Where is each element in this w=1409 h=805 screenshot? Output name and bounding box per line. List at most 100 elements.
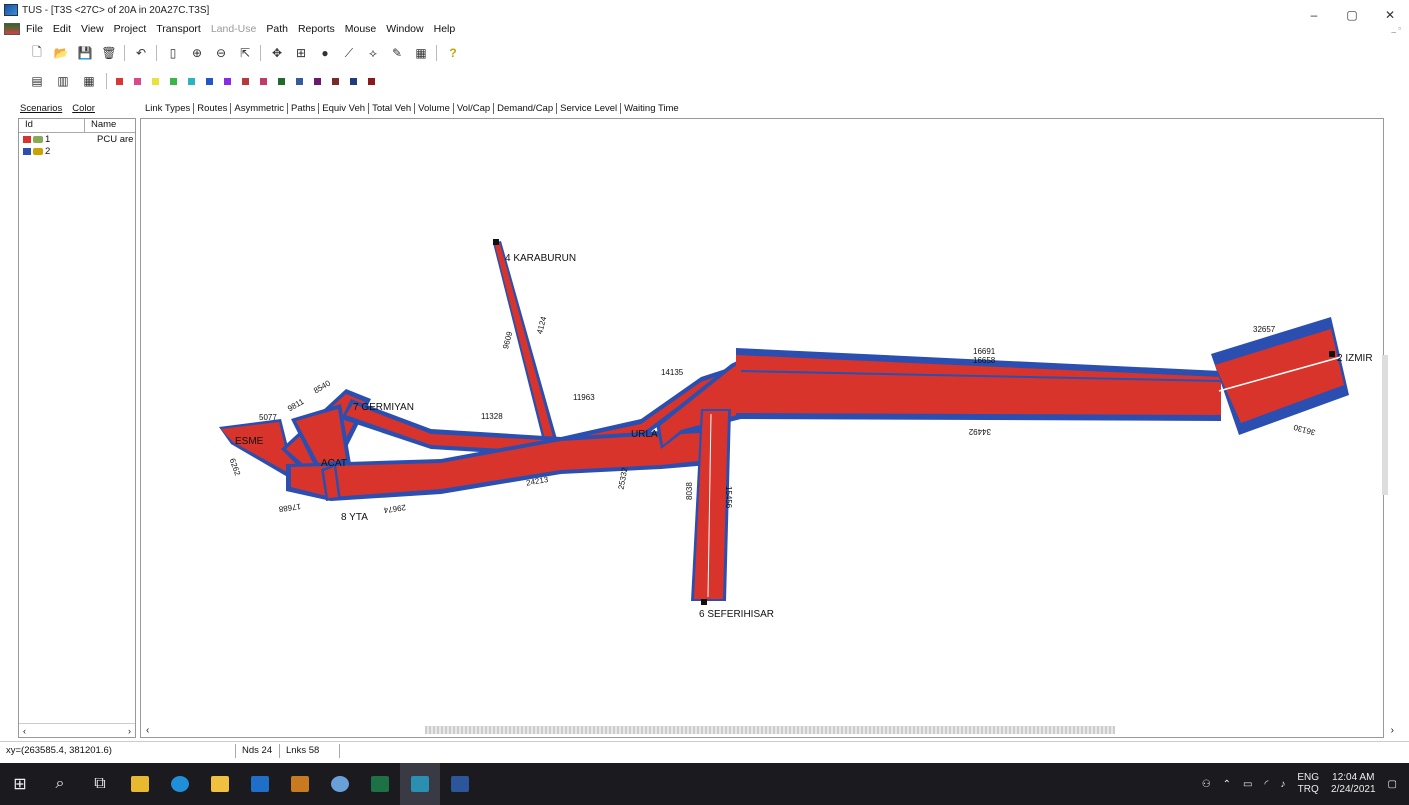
menu-window[interactable]: Window [386, 23, 423, 35]
add-node-icon[interactable]: ⊞ [292, 44, 310, 62]
battery-icon[interactable]: ▭ [1243, 779, 1252, 790]
edit-icon[interactable]: ✎ [388, 44, 406, 62]
color-swatch[interactable] [152, 77, 159, 85]
scroll-thumb[interactable] [425, 726, 1115, 734]
node-marker[interactable] [493, 239, 499, 245]
bar-chart-icon[interactable]: ▥ [54, 72, 72, 90]
open-folder-icon[interactable]: 📂 [52, 44, 70, 62]
new-file-icon[interactable]: 🗋 [28, 44, 46, 62]
tab-total-veh[interactable]: Total Veh [369, 103, 416, 114]
tab-asymmetric[interactable]: Asymmetric [231, 103, 288, 114]
color-swatch[interactable] [134, 77, 141, 85]
tab-waiting-time[interactable]: Waiting Time [621, 103, 682, 114]
route-icon[interactable]: ⟡ [364, 44, 382, 62]
color-swatch[interactable] [170, 77, 177, 85]
menu-view[interactable]: View [81, 23, 104, 35]
color-swatch[interactable] [242, 77, 249, 85]
help-icon[interactable]: ? [444, 44, 462, 62]
link-icon[interactable]: ⟋ [340, 44, 358, 62]
tab-service-level[interactable]: Service Level [557, 103, 622, 114]
app-icon[interactable] [280, 763, 320, 805]
language-indicator[interactable]: ENG TRQ [1297, 772, 1319, 796]
search-icon[interactable]: ⌕ [40, 763, 80, 805]
node-marker[interactable] [701, 599, 707, 605]
wifi-icon[interactable]: ◜ [1265, 779, 1269, 790]
delete-icon[interactable]: 🗑 [100, 44, 118, 62]
tab-volume[interactable]: Volume [415, 103, 454, 114]
zoom-in-icon[interactable]: ⊕ [188, 44, 206, 62]
word-icon[interactable] [440, 763, 480, 805]
document-icon[interactable] [4, 23, 20, 35]
scroll-right-icon[interactable]: › [128, 726, 131, 736]
color-swatch[interactable] [296, 77, 303, 85]
tab-equiv-veh[interactable]: Equiv Veh [319, 103, 370, 114]
tab-paths[interactable]: Paths [288, 103, 320, 114]
color-swatch[interactable] [332, 77, 339, 85]
volume-icon[interactable]: ♪ [1280, 779, 1285, 790]
grid-icon[interactable]: ▤ [28, 72, 46, 90]
node-icon[interactable]: ● [316, 44, 334, 62]
tab-color[interactable]: Color [72, 103, 95, 114]
scroll-left-icon[interactable]: ‹ [146, 725, 149, 736]
tab-link-types[interactable]: Link Types [142, 103, 195, 114]
pan-icon[interactable]: ✥ [268, 44, 286, 62]
menu-edit[interactable]: Edit [53, 23, 71, 35]
tab-vol-cap[interactable]: Vol/Cap [454, 103, 495, 114]
scroll-left-icon[interactable]: ‹ [23, 726, 26, 736]
color-swatch[interactable] [260, 77, 267, 85]
column-name[interactable]: Name [85, 119, 116, 132]
color-swatch[interactable] [206, 77, 213, 85]
paint-icon[interactable] [320, 763, 360, 805]
menu-file[interactable]: File [26, 23, 43, 35]
save-icon[interactable]: 💾 [76, 44, 94, 62]
list-item[interactable]: 2 [19, 145, 135, 157]
people-icon[interactable]: ⚇ [1202, 779, 1211, 790]
windows-start-icon[interactable]: ⊞ [0, 763, 40, 805]
select-icon[interactable]: ⇱ [236, 44, 254, 62]
task-view-icon[interactable]: ⧉ [80, 763, 120, 805]
color-swatch[interactable] [224, 77, 231, 85]
menu-help[interactable]: Help [434, 23, 456, 35]
color-swatch[interactable] [116, 77, 123, 85]
bus-icon [33, 147, 43, 155]
store-icon[interactable] [200, 763, 240, 805]
menu-reports[interactable]: Reports [298, 23, 335, 35]
excel-icon[interactable] [360, 763, 400, 805]
file-explorer-icon[interactable] [120, 763, 160, 805]
tab-routes[interactable]: Routes [194, 103, 232, 114]
undo-icon[interactable]: ↶ [132, 44, 150, 62]
color-swatch[interactable] [314, 77, 321, 85]
list-item[interactable]: 1 PCU are [19, 133, 135, 145]
column-id[interactable]: Id [19, 119, 85, 132]
mdi-controls[interactable]: _ ▫ [1391, 24, 1401, 33]
color-swatch[interactable] [368, 77, 375, 85]
tab-scenarios[interactable]: Scenarios [20, 103, 62, 114]
menu-mouse[interactable]: Mouse [345, 23, 377, 35]
node-marker[interactable] [1329, 351, 1335, 357]
horizontal-scrollbar[interactable]: ‹ › [19, 723, 135, 737]
clock[interactable]: 12:04 AM 2/24/2021 [1331, 772, 1376, 796]
mail-icon[interactable] [240, 763, 280, 805]
tab-demand-cap[interactable]: Demand/Cap [494, 103, 558, 114]
fit-page-icon[interactable]: ▯ [164, 44, 182, 62]
tray-chevron-icon[interactable]: ⌃ [1223, 779, 1231, 790]
scroll-right-icon[interactable]: › [1391, 725, 1394, 736]
zoom-out-icon[interactable]: ⊖ [212, 44, 230, 62]
menu-project[interactable]: Project [114, 23, 147, 35]
notifications-icon[interactable]: ▢ [1388, 779, 1397, 790]
color-swatch[interactable] [278, 77, 285, 85]
network-map-canvas[interactable]: 4 KARABURUN 2 IZMIR 7 GERMIYAN 6 SEFERIH… [140, 118, 1384, 738]
edge-browser-icon[interactable] [160, 763, 200, 805]
tus-app-icon[interactable] [400, 763, 440, 805]
menu-transport[interactable]: Transport [156, 23, 201, 35]
color-swatch[interactable] [350, 77, 357, 85]
color-swatch[interactable] [188, 77, 195, 85]
palette-icon[interactable]: ▦ [80, 72, 98, 90]
network-map[interactable]: 4 KARABURUN 2 IZMIR 7 GERMIYAN 6 SEFERIH… [141, 119, 1385, 739]
link-izmir[interactable] [1211, 317, 1349, 435]
layers-icon[interactable]: ▦ [412, 44, 430, 62]
menu-path[interactable]: Path [266, 23, 288, 35]
canvas-horizontal-scrollbar[interactable]: ‹ › [140, 722, 1400, 738]
vertical-scrollbar[interactable] [1382, 355, 1388, 495]
menu-land-use: Land-Use [210, 23, 257, 35]
